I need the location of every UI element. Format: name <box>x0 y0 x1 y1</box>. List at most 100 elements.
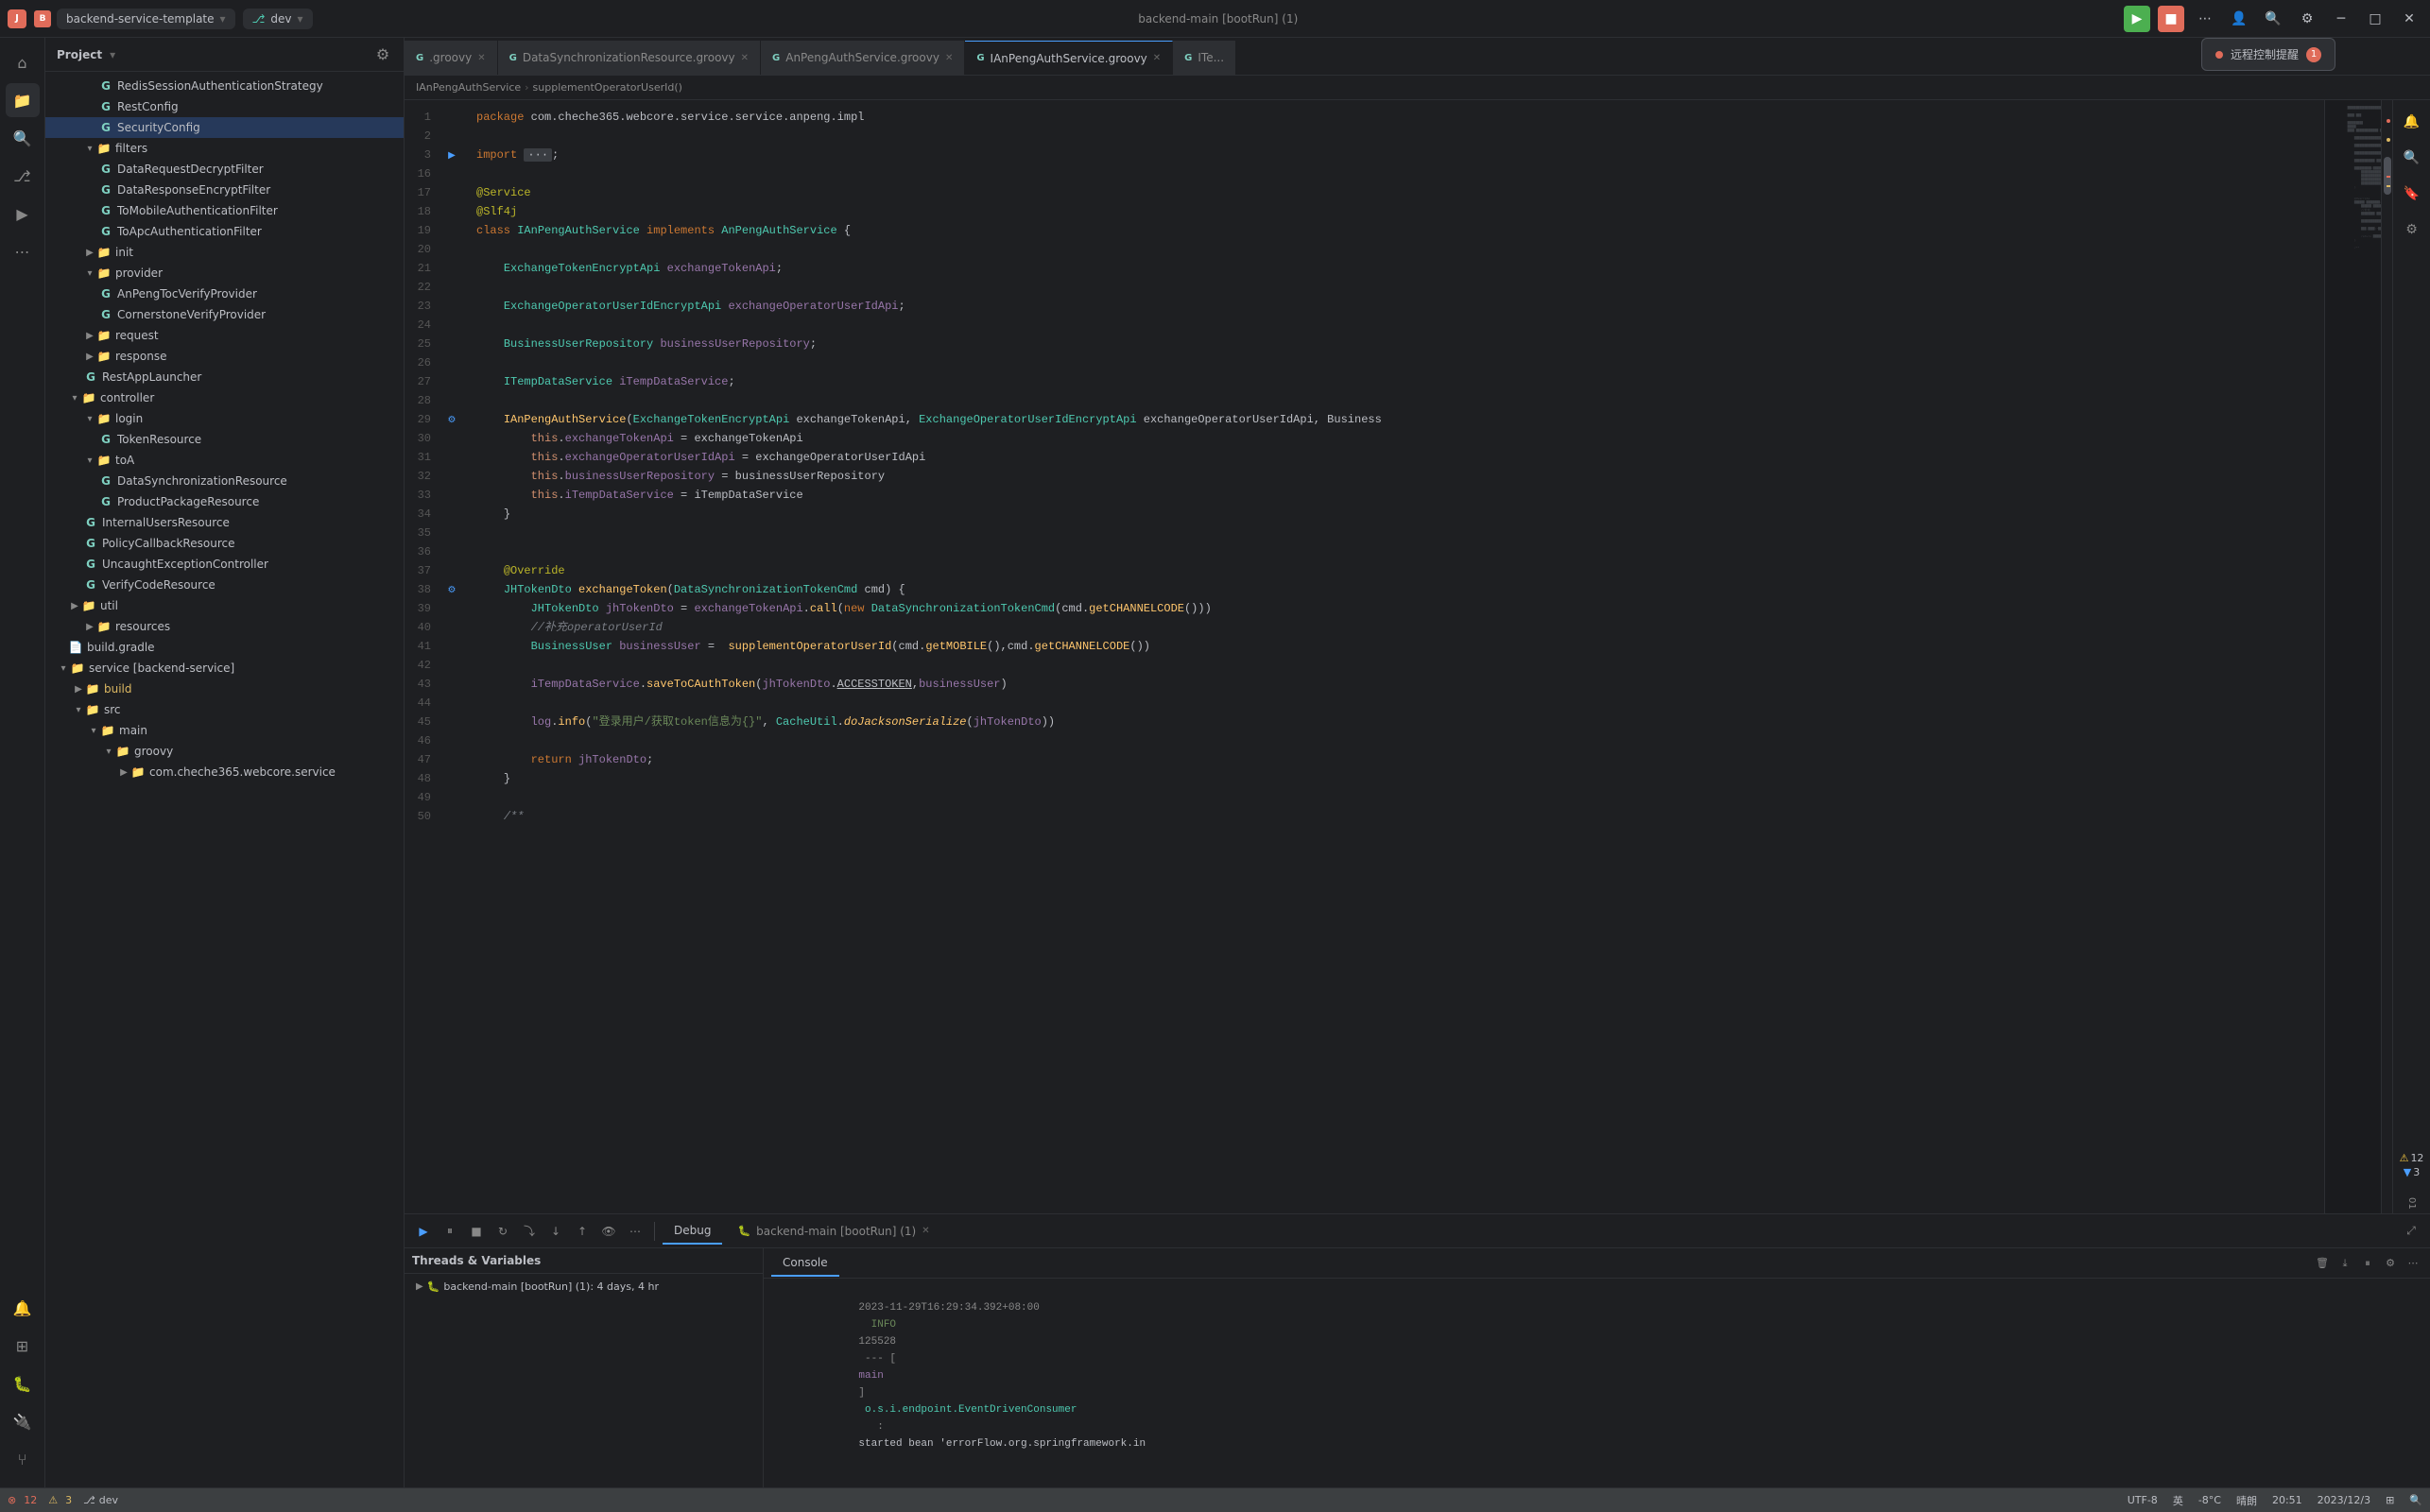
file-tree-content[interactable]: G RedisSessionAuthenticationStrategy G R… <box>45 72 404 1487</box>
tab-close-2[interactable]: ✕ <box>741 53 749 63</box>
code-editor[interactable]: package com.cheche365.webcore.service.se… <box>461 100 2324 1213</box>
tab-close-3[interactable]: ✕ <box>945 53 953 63</box>
tree-item-dataresponseencrypt[interactable]: G DataResponseEncryptFilter <box>45 180 404 200</box>
tree-item-uncaughtexception[interactable]: G UncaughtExceptionController <box>45 554 404 575</box>
tree-item-datasync[interactable]: G DataSynchronizationResource <box>45 471 404 491</box>
tab-ite[interactable]: G ITe... <box>1173 41 1236 75</box>
debug-stop-btn[interactable]: ■ <box>465 1220 488 1243</box>
tree-item-restconfig[interactable]: G RestConfig <box>45 96 404 117</box>
console-output[interactable]: 2023-11-29T16:29:34.392+08:00 INFO 12552… <box>764 1279 2430 1487</box>
maximize-button[interactable]: □ <box>2362 6 2388 32</box>
notification-bar[interactable]: 远程控制提醒 1 <box>2201 38 2335 71</box>
branch-selector[interactable]: ⎇ dev ▾ <box>243 9 313 29</box>
tab-datasync[interactable]: G DataSynchronizationResource.groovy ✕ <box>498 41 761 75</box>
search-button[interactable]: 🔍 <box>2260 6 2286 32</box>
gutter-icon-37[interactable]: ⚙ <box>442 580 461 599</box>
statusbar-branch[interactable]: ⎇ dev <box>83 1494 118 1506</box>
tree-item-toapcauth[interactable]: G ToApcAuthenticationFilter <box>45 221 404 242</box>
breadcrumb-part2[interactable]: supplementOperatorUserId() <box>533 81 682 94</box>
statusbar-errors[interactable]: 12 <box>24 1494 37 1506</box>
console-clear-btn[interactable]: 🗑 <box>2313 1254 2332 1273</box>
sidebar-icon-run[interactable]: ▶ <box>6 197 40 231</box>
stop-button[interactable]: ■ <box>2158 6 2184 32</box>
taskbar-search[interactable]: 🔍 <box>2409 1494 2422 1506</box>
tree-item-src[interactable]: ▾ 📁 src <box>45 699 404 720</box>
tree-item-login[interactable]: ▾ 📁 login <box>45 408 404 429</box>
tree-item-tokenresource[interactable]: G TokenResource <box>45 429 404 450</box>
gutter-collapse-3[interactable]: ▶ <box>442 146 461 164</box>
tree-item-response[interactable]: ▶ 📁 response <box>45 346 404 367</box>
sidebar-icon-notifications[interactable]: 🔔 <box>6 1291 40 1325</box>
tree-item-internalusers[interactable]: G InternalUsersResource <box>45 512 404 533</box>
console-tab[interactable]: Console <box>771 1250 839 1277</box>
debug-step-over-btn[interactable]: ⤵ <box>518 1220 541 1243</box>
tab-ianpengauth[interactable]: G IAnPengAuthService.groovy ✕ <box>965 41 1173 75</box>
editor-scrollbar[interactable] <box>2381 100 2392 1213</box>
debug-resume-btn[interactable]: ▶ <box>412 1220 435 1243</box>
more-actions-button[interactable]: ⋯ <box>2192 6 2218 32</box>
tab-close-4[interactable]: ✕ <box>1153 53 1161 63</box>
statusbar-warnings[interactable]: 3 <box>65 1494 72 1506</box>
tree-item-policycallback[interactable]: G PolicyCallbackResource <box>45 533 404 554</box>
file-tree-settings-icon[interactable]: ⚙ <box>373 45 392 64</box>
sidebar-icon-git[interactable]: ⑂ <box>6 1442 40 1476</box>
tree-item-com[interactable]: ▶ 📁 com.cheche365.webcore.service <box>45 762 404 782</box>
debug-restart-btn[interactable]: ↻ <box>491 1220 514 1243</box>
tree-item-resources[interactable]: ▶ 📁 resources <box>45 616 404 637</box>
right-icon-search[interactable]: 🔍 <box>2398 144 2426 172</box>
tree-item-verifycode[interactable]: G VerifyCodeResource <box>45 575 404 595</box>
debug-pause-btn[interactable]: ⏸ <box>439 1220 461 1243</box>
tree-item-build-folder[interactable]: ▶ 📁 build <box>45 679 404 699</box>
tab-anpengauth[interactable]: G AnPengAuthService.groovy ✕ <box>761 41 965 75</box>
debug-more-btn[interactable]: ⋯ <box>624 1220 646 1243</box>
tree-item-main[interactable]: ▾ 📁 main <box>45 720 404 741</box>
sidebar-icon-more[interactable]: ⋯ <box>6 234 40 268</box>
sidebar-icon-debug[interactable]: 🐛 <box>6 1366 40 1400</box>
bottom-tab-session[interactable]: 🐛 backend-main [bootRun] (1) ✕ <box>726 1218 940 1245</box>
minimize-button[interactable]: ─ <box>2328 6 2354 32</box>
debug-session-item[interactable]: ▶ 🐛 backend-main [bootRun] (1): 4 days, … <box>405 1278 763 1296</box>
tree-item-init[interactable]: ▶ 📁 init <box>45 242 404 263</box>
tree-item-util[interactable]: ▶ 📁 util <box>45 595 404 616</box>
tab-groovy-1[interactable]: G .groovy ✕ <box>405 41 498 75</box>
console-pause-btn[interactable]: ⏸ <box>2358 1254 2377 1273</box>
tree-item-productpackage[interactable]: G ProductPackageResource <box>45 491 404 512</box>
session-close-icon[interactable]: ✕ <box>922 1226 929 1236</box>
tree-item-filters[interactable]: ▾ 📁 filters <box>45 138 404 159</box>
tree-item-tomobileauth[interactable]: G ToMobileAuthenticationFilter <box>45 200 404 221</box>
sidebar-icon-home[interactable]: ⌂ <box>6 45 40 79</box>
settings-button[interactable]: ⚙ <box>2294 6 2320 32</box>
user-button[interactable]: 👤 <box>2226 6 2252 32</box>
tree-item-controller[interactable]: ▾ 📁 controller <box>45 387 404 408</box>
tree-item-groovy[interactable]: ▾ 📁 groovy <box>45 741 404 762</box>
run-button[interactable]: ▶ <box>2124 6 2150 32</box>
debug-step-out-btn[interactable]: ↑ <box>571 1220 594 1243</box>
statusbar-encoding[interactable]: UTF-8 <box>2128 1494 2158 1506</box>
console-settings-btn[interactable]: ⚙ <box>2381 1254 2400 1273</box>
sidebar-icon-terminal[interactable]: ⊞ <box>6 1329 40 1363</box>
tree-item-cornerstone[interactable]: G CornerstoneVerifyProvider <box>45 304 404 325</box>
debug-tree[interactable]: ▶ 🐛 backend-main [bootRun] (1): 4 days, … <box>405 1274 763 1487</box>
tree-item-securityconfig[interactable]: G SecurityConfig <box>45 117 404 138</box>
tree-item-redis[interactable]: G RedisSessionAuthenticationStrategy <box>45 76 404 96</box>
sidebar-icon-project[interactable]: 📁 <box>6 83 40 117</box>
console-more-btn[interactable]: ⋯ <box>2404 1254 2422 1273</box>
tree-item-buildgradle[interactable]: 📄 build.gradle <box>45 637 404 658</box>
tree-item-datarequestdecrypt[interactable]: G DataRequestDecryptFilter <box>45 159 404 180</box>
right-icon-settings[interactable]: ⚙ <box>2398 215 2426 244</box>
sidebar-icon-search[interactable]: 🔍 <box>6 121 40 155</box>
tab-close-1[interactable]: ✕ <box>477 53 485 63</box>
tree-item-restapplauncher[interactable]: G RestAppLauncher <box>45 367 404 387</box>
tree-item-anpengtoc[interactable]: G AnPengTocVerifyProvider <box>45 284 404 304</box>
debug-view-btn[interactable]: 👁 <box>597 1220 620 1243</box>
tree-item-service-backend[interactable]: ▾ 📁 service [backend-service] <box>45 658 404 679</box>
breadcrumb-part1[interactable]: IAnPengAuthService <box>416 81 521 94</box>
right-icon-notifications[interactable]: 🔔 <box>2398 108 2426 136</box>
tree-item-provider[interactable]: ▾ 📁 provider <box>45 263 404 284</box>
right-icon-bookmark[interactable]: 🔖 <box>2398 180 2426 208</box>
gutter-icon-29[interactable]: ⚙ <box>442 410 461 429</box>
project-selector[interactable]: backend-service-template ▾ <box>57 9 235 29</box>
debug-step-into-btn[interactable]: ↓ <box>544 1220 567 1243</box>
close-button[interactable]: ✕ <box>2396 6 2422 32</box>
bottom-tab-debug[interactable]: Debug <box>663 1218 722 1245</box>
